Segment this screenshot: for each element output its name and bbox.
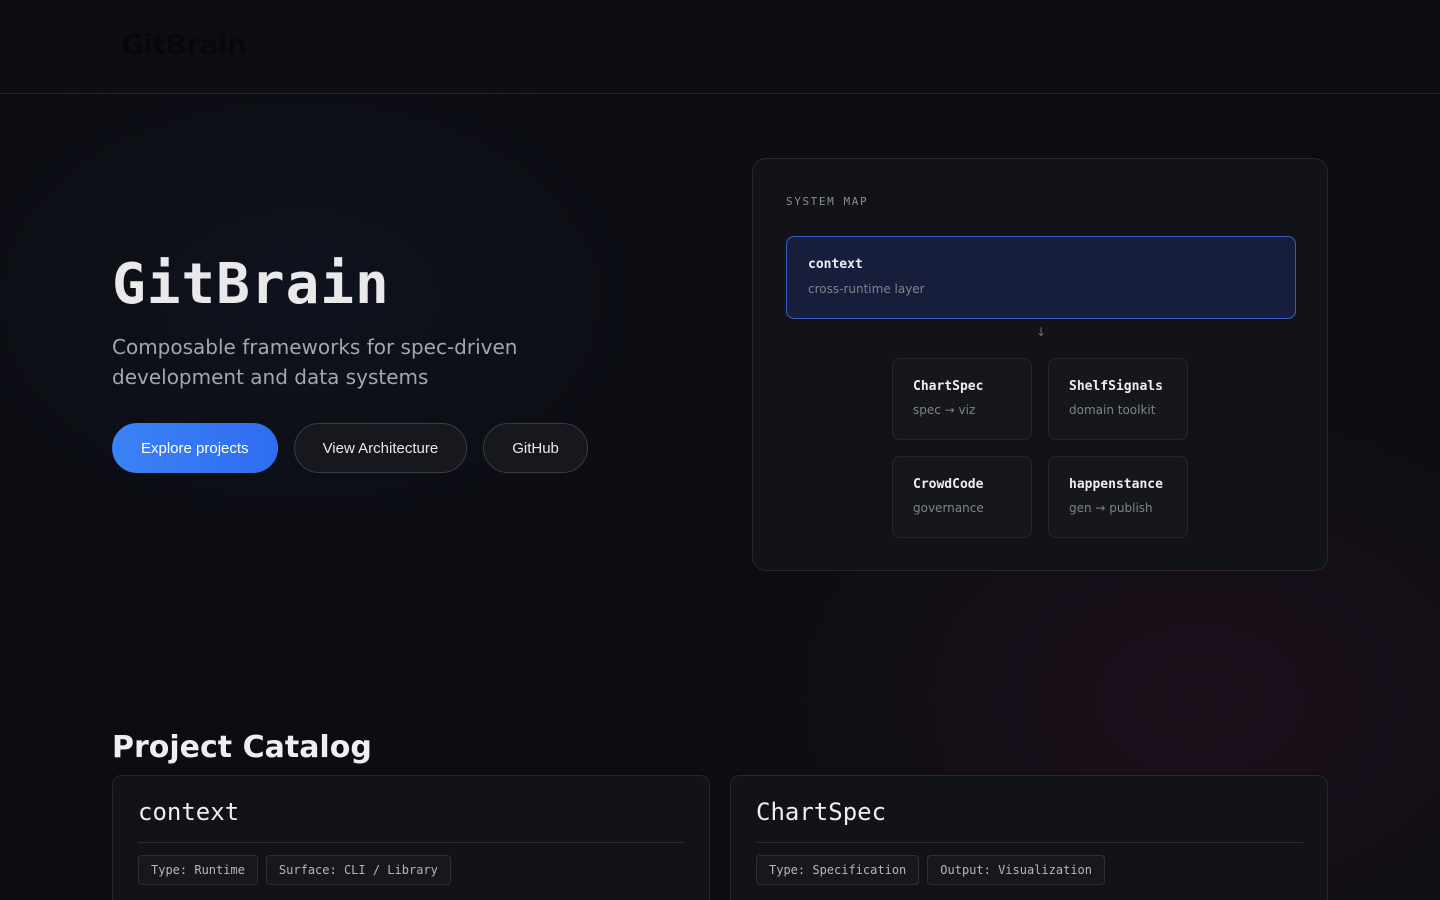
system-map-node-happenstance[interactable]: happenstance gen → publish — [1048, 456, 1188, 538]
card-title: ChartSpec — [756, 798, 887, 826]
tag: Type: Runtime — [138, 855, 258, 885]
system-map-panel: SYSTEM MAP context cross-runtime layer ↓… — [752, 158, 1328, 571]
view-architecture-button[interactable]: View Architecture — [293, 423, 468, 473]
system-map-node-chartspec[interactable]: ChartSpec spec → viz — [892, 358, 1032, 440]
hero-subtitle: Composable frameworks for spec-driven de… — [112, 335, 518, 389]
brand-logo[interactable]: GitBrain — [121, 28, 247, 61]
tag: Type: Specification — [756, 855, 920, 885]
card-title: context — [138, 798, 240, 826]
arrow-down-icon: ↓ — [1035, 325, 1047, 339]
node-subtitle: governance — [913, 501, 984, 515]
system-map-label: SYSTEM MAP — [786, 195, 869, 208]
tag: Output: Visualization — [927, 855, 1105, 885]
node-subtitle: spec → viz — [913, 403, 976, 417]
tag: Surface: CLI / Library — [265, 855, 451, 885]
top-nav-bar: GitBrain — [0, 0, 1440, 94]
system-map-node-shelfsignals[interactable]: ShelfSignals domain toolkit — [1048, 358, 1188, 440]
node-title: happenstance — [1069, 477, 1163, 492]
project-card-chartspec[interactable]: ChartSpec Type: Specification Output: Vi… — [730, 775, 1328, 900]
system-map-node-crowdcode[interactable]: CrowdCode governance — [892, 456, 1032, 538]
hero-cta-row: Explore projects View Architecture GitHu… — [112, 423, 588, 473]
hero-title: GitBrain — [112, 252, 390, 317]
node-title: CrowdCode — [913, 477, 984, 492]
tag-row: Type: Runtime Surface: CLI / Library — [138, 855, 451, 885]
system-map-root-node[interactable]: context cross-runtime layer — [786, 236, 1296, 319]
node-title: ChartSpec — [913, 379, 984, 394]
node-subtitle: gen → publish — [1069, 501, 1153, 515]
github-button[interactable]: GitHub — [483, 423, 588, 473]
explore-projects-button[interactable]: Explore projects — [112, 423, 278, 473]
node-subtitle: domain toolkit — [1069, 403, 1156, 417]
card-divider — [756, 842, 1303, 843]
node-title: context — [808, 257, 863, 272]
node-subtitle: cross-runtime layer — [808, 282, 925, 296]
tag-row: Type: Specification Output: Visualizatio… — [756, 855, 1105, 885]
node-title: ShelfSignals — [1069, 379, 1163, 394]
catalog-title: Project Catalog — [112, 730, 372, 765]
card-divider — [138, 842, 685, 843]
project-card-context[interactable]: context Type: Runtime Surface: CLI / Lib… — [112, 775, 710, 900]
